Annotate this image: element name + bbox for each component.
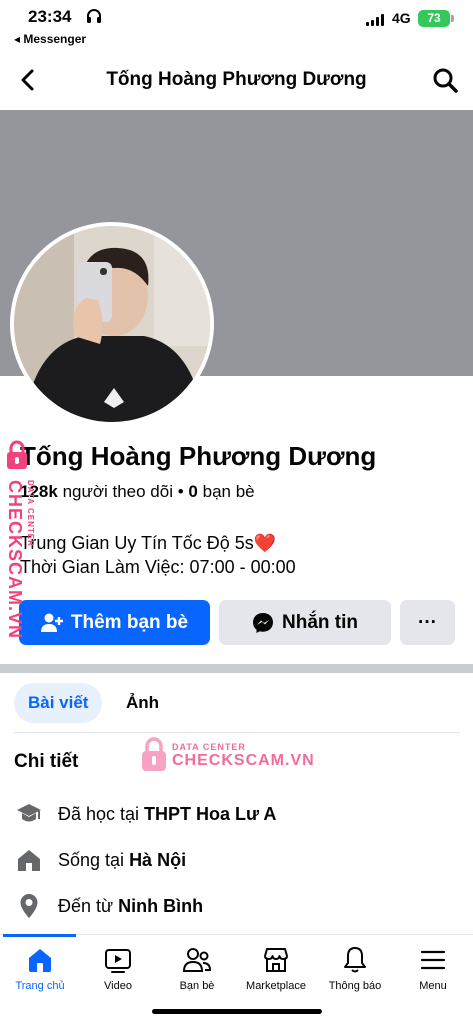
more-icon: ··· [418,611,437,633]
detail-lives-in[interactable]: Sống tại Hà Nội [16,845,186,875]
home-indicator [152,1009,322,1014]
bio-line: Trung Gian Uy Tín Tốc Độ 5s❤️ [20,533,277,553]
friends-count[interactable]: 0 [188,482,197,501]
nav-label: Menu [419,980,447,992]
stats-separator: • [177,482,184,501]
signal-icon [366,14,384,26]
watermark-text: CHECKSCAM.VN [172,752,315,769]
nav-home[interactable]: Trang chủ [0,945,80,992]
tab-posts[interactable]: Bài viết [14,683,103,723]
messenger-icon [253,612,273,633]
profile-bio: Trung Gian Uy Tín Tốc Độ 5s❤️ Thời Gian … [20,531,296,579]
home-icon [18,850,40,871]
detail-from[interactable]: Đến từ Ninh Bình [16,891,203,921]
message-button[interactable]: Nhắn tin [219,600,391,645]
detail-value[interactable]: Hà Nội [129,850,186,871]
location-pin-icon [20,894,38,918]
friends-label[interactable]: bạn bè [203,482,255,501]
nav-label: Thông báo [328,980,382,992]
more-options-button[interactable]: ··· [400,600,455,645]
nav-friends[interactable]: Bạn bè [157,945,237,992]
nav-active-indicator [3,934,76,937]
back-arrow-icon[interactable] [14,66,42,94]
network-type: 4G [392,10,411,26]
avatar-illustration [14,226,210,422]
add-friend-button[interactable]: Thêm bạn bè [19,600,210,645]
nav-video[interactable]: Video [78,945,158,992]
nav-label: Video [104,980,132,992]
profile-header: Tống Hoàng Phương Dương [0,56,473,106]
profile-avatar[interactable] [10,222,214,426]
bio-line: Thời Gian Làm Việc: 07:00 - 00:00 [20,557,296,577]
status-bar: 23:34 ◂ Messenger 4G 73 [0,0,473,52]
details-title: Chi tiết [14,751,79,772]
watermark-side: CHECKSCAM.VN DATA CENTER [4,440,35,640]
nav-label: Marketplace [246,980,306,992]
menu-icon [420,950,446,970]
detail-prefix: Đến từ [58,895,114,916]
message-label: Nhắn tin [282,611,358,633]
watermark-subtext: DATA CENTER [26,480,35,547]
lock-icon [7,440,27,469]
back-to-messenger[interactable]: ◂ Messenger [14,32,86,46]
detail-value[interactable]: Ninh Bình [118,896,203,917]
detail-prefix: Sống tại [58,849,125,870]
watermark-text: CHECKSCAM.VN [5,480,25,640]
watermark-center: DATA CENTER CHECKSCAM.VN [140,734,314,774]
home-icon [29,949,51,972]
tab-divider [14,732,460,733]
detail-education[interactable]: Đã học tại THPT Hoa Lư A [16,799,276,829]
add-friend-icon [40,613,63,632]
section-divider [0,664,473,673]
lock-icon [142,737,166,771]
followers-label[interactable]: người theo dõi [63,482,173,501]
search-icon[interactable] [431,66,459,94]
friends-icon [182,948,212,972]
avatar-photo [14,226,210,422]
tab-photos[interactable]: Ảnh [112,683,173,723]
battery-icon: 73 [418,10,454,27]
bell-icon [344,947,366,973]
detail-value[interactable]: THPT Hoa Lư A [144,804,276,825]
watermark-subtext: DATA CENTER [172,742,246,752]
nav-label: Bạn bè [179,980,215,992]
add-friend-label: Thêm bạn bè [70,611,189,633]
school-icon [17,804,41,822]
nav-notifications[interactable]: Thông báo [315,945,395,992]
header-title: Tống Hoàng Phương Dương [106,69,367,90]
nav-label: Trang chủ [15,980,65,992]
marketplace-icon [264,948,288,972]
profile-stats: 128k người theo dõi • 0 bạn bè [20,482,255,502]
detail-prefix: Đã học tại [58,803,140,824]
nav-menu[interactable]: Menu [393,945,473,992]
nav-marketplace[interactable]: Marketplace [236,945,316,992]
status-time: 23:34 [28,7,72,26]
headphones-icon [87,9,101,23]
video-icon [105,949,131,973]
profile-name: Tống Hoàng Phương Dương [20,441,377,471]
